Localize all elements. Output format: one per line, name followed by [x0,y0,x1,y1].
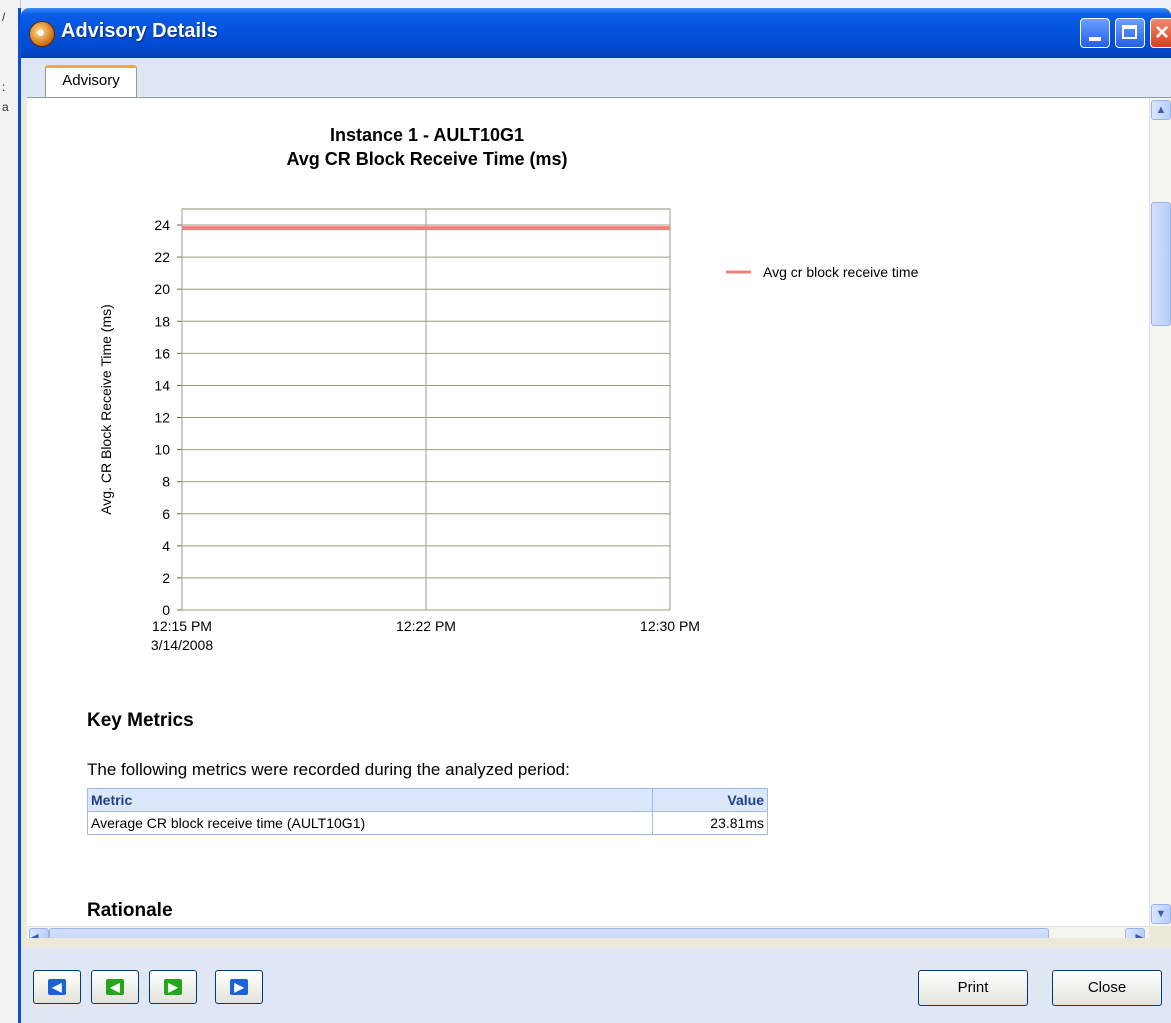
app-icon: ● [29,21,55,47]
y-tick-label: 0 [162,602,170,618]
close-window-button[interactable]: × [1150,18,1171,48]
tab-advisory[interactable]: Advisory [45,65,137,99]
scroll-right-button[interactable]: ▶ [1125,928,1145,938]
y-tick-label: 22 [154,249,170,265]
arrow-down-icon: ▼ [1155,908,1167,920]
horizontal-scroll-thumb[interactable] [49,928,1049,938]
background-app-top [0,0,1171,8]
y-tick-label: 2 [162,570,170,586]
close-icon: × [1155,19,1170,46]
metric-cell: Average CR block receive time (AULT10G1) [87,811,653,835]
x-tick-sublabel: 3/14/2008 [151,637,213,653]
value-cell: 23.81ms [652,811,768,835]
title-bar[interactable]: ● Advisory Details × [21,8,1171,58]
arrow-up-icon: ▲ [1155,104,1167,116]
print-button[interactable]: Print [918,970,1028,1006]
arrow-right-icon: ▶ [1135,932,1144,938]
horizontal-scrollbar[interactable]: ◀ ▶ [27,926,1149,938]
first-record-button[interactable]: ◀ [33,970,81,1004]
metrics-table: Metric Value Average CR block receive ti… [87,788,768,835]
x-tick-label: 12:22 PM [396,618,456,634]
y-tick-label: 20 [154,281,170,297]
column-header-value[interactable]: Value [652,788,768,812]
arrow-left-icon: ◀ [30,932,39,938]
bottom-button-bar: ◀ ◀ ▶ ▶ Print Close [21,948,1171,1023]
y-tick-label: 10 [154,442,170,458]
legend-label: Avg cr block receive time [763,264,919,280]
key-metrics-intro: The following metrics were recorded duri… [87,760,570,779]
y-tick-label: 14 [154,377,170,393]
maximize-icon [1122,25,1137,39]
minimize-icon [1089,37,1101,41]
rationale-heading: Rationale [87,900,173,921]
scroll-up-button[interactable]: ▲ [1151,100,1171,120]
y-tick-label: 8 [162,474,170,490]
advisory-details-window: ● Advisory Details × Advisory Instance 1… [18,8,1171,1023]
next-record-button[interactable]: ▶ [149,970,197,1004]
scroll-down-button[interactable]: ▼ [1151,904,1171,924]
y-tick-label: 18 [154,313,170,329]
vertical-scroll-thumb[interactable] [1151,202,1171,326]
column-header-metric[interactable]: Metric [87,788,653,812]
maximize-button[interactable] [1115,18,1145,48]
y-tick-label: 12 [154,410,170,426]
content-panel: Instance 1 - AULT10G1 Avg CR Block Recei… [27,97,1171,938]
last-record-button[interactable]: ▶ [215,970,263,1004]
y-tick-label: 24 [154,217,170,233]
metrics-table-header: Metric Value [87,788,768,812]
y-tick-label: 16 [154,345,170,361]
minimize-button[interactable] [1080,18,1110,48]
x-tick-label: 12:30 PM [640,618,700,634]
previous-record-button[interactable]: ◀ [91,970,139,1004]
y-tick-label: 6 [162,506,170,522]
close-button[interactable]: Close [1052,970,1162,1006]
x-tick-label: 12:15 PM [152,618,212,634]
key-metrics-heading: Key Metrics [87,710,194,731]
scrollbar-corner [1149,926,1171,938]
table-row[interactable]: Average CR block receive time (AULT10G1)… [87,811,768,835]
y-tick-label: 4 [162,538,170,554]
tab-strip: Advisory [21,58,1171,99]
scroll-left-button[interactable]: ◀ [29,928,49,938]
vertical-scrollbar[interactable]: ▲ ▼ [1149,98,1171,926]
line-chart: 02468101214161820222412:15 PM3/14/200812… [98,208,919,653]
y-axis-label: Avg. CR Block Receive Time (ms) [98,304,114,515]
window-title: Advisory Details [61,20,218,42]
